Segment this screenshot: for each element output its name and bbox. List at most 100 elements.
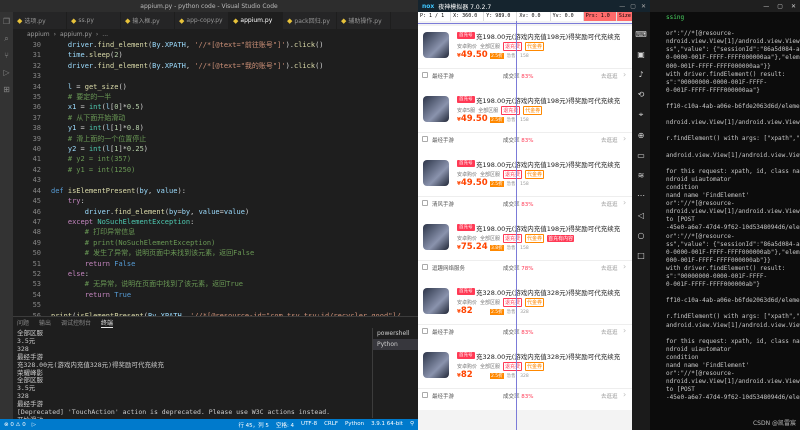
terminal-output[interactable]: 全部区服 3.5元 328 最经手游 充328.00元(游戏内充值328元)得奖励可代充… xyxy=(13,328,418,427)
close-icon[interactable]: ✕ xyxy=(641,3,646,10)
shop-name[interactable]: 最经手游 xyxy=(432,72,454,80)
rotate-icon[interactable]: ⟲ xyxy=(638,90,645,99)
shop-name[interactable]: 最经手游 xyxy=(432,136,454,144)
status-item[interactable]: 3.9.1 64-bit xyxy=(371,421,403,429)
listing-card[interactable]: 首充号 充198.00元(游戏内充值198元)得奖励可代充续充 安卓购价 全部区服 退充… xyxy=(418,218,632,282)
price-meta: 2.5折 急售：158 xyxy=(490,53,529,59)
deal-rate: 成交率 83% xyxy=(503,136,533,144)
terminal-instance[interactable]: Python xyxy=(373,339,418,350)
log-line: 0-001F-FFFF-FFFF000000ab"} xyxy=(666,281,760,289)
panel-tab[interactable]: 问题 xyxy=(17,318,29,327)
listing-badge: 代金券 xyxy=(525,298,545,307)
visit-shop-link[interactable]: 去逛逛 xyxy=(601,392,618,400)
line-number: 55 xyxy=(32,301,41,310)
python-file-icon: ◆ xyxy=(179,16,185,25)
breadcrumb-item[interactable]: appium xyxy=(27,31,50,38)
location-icon[interactable]: ⌖ xyxy=(639,110,644,120)
status-item[interactable]: UTF-8 xyxy=(301,421,317,429)
apk-icon[interactable]: ⊕ xyxy=(638,131,645,140)
folder-icon[interactable]: ▭ xyxy=(637,151,645,160)
tab-6[interactable]: ◆ 辅助操作.py xyxy=(337,12,391,29)
code-editor[interactable]: appium › appium.py ›... 30 driver.find_elem… xyxy=(13,29,418,351)
visit-shop-link[interactable]: 去逛逛 xyxy=(601,136,618,144)
listing-badge: 代金券 xyxy=(525,362,545,371)
chevron-right-icon: › xyxy=(623,198,627,207)
status-item[interactable]: 行 45，列 5 xyxy=(238,421,269,429)
log-text[interactable]: ssing or":"//*[@resource-ndroid.view.Vie… xyxy=(650,12,800,403)
tab-2[interactable]: ◆ 输入框.py xyxy=(121,12,175,29)
status-item[interactable]: ⚲ xyxy=(410,421,414,429)
tab-4[interactable]: ◆ appium.py xyxy=(229,12,283,29)
maximize-icon[interactable]: ▢ xyxy=(777,3,783,10)
log-line: ndroid uiautomator xyxy=(666,175,732,183)
recent-icon[interactable]: □ xyxy=(637,251,645,260)
listing-card[interactable]: 首充号 充328.00元(游戏内充值328元)得奖励可代充续充 安卓购价 全部区服 退充… xyxy=(418,346,632,410)
maximize-icon[interactable]: ▢ xyxy=(630,3,636,10)
line-number: 50 xyxy=(32,249,41,258)
minimize-icon[interactable]: — xyxy=(763,3,769,10)
deal-rate-value: 83% xyxy=(521,74,534,80)
tab-5[interactable]: ◆ pack回归.py xyxy=(283,12,337,29)
deal-rate-label: 成交率 xyxy=(503,330,522,336)
tab-3[interactable]: ◆ app-copy.py xyxy=(175,12,229,29)
vscode-window: appium.py - python code - Visual Studio … xyxy=(0,0,418,430)
panel-tab[interactable]: 调试控制台 xyxy=(61,318,91,327)
shop-name[interactable]: 最经手游 xyxy=(432,328,454,336)
game-thumbnail xyxy=(423,96,449,122)
status-item[interactable]: Python xyxy=(345,421,364,429)
pointer-crosshair-vertical xyxy=(516,21,517,430)
close-icon[interactable]: ✕ xyxy=(791,3,796,10)
panel-tab[interactable]: 输出 xyxy=(39,318,51,327)
code-line: 48 # 打印异常信息 xyxy=(13,227,418,237)
status-item[interactable]: 空格: 4 xyxy=(276,421,294,429)
visit-shop-link[interactable]: 去逛逛 xyxy=(601,72,618,80)
breadcrumb-item[interactable]: appium.py xyxy=(60,31,92,38)
more-icon[interactable]: ⋯ xyxy=(637,191,645,200)
visit-shop-link[interactable]: 去逛逛 xyxy=(601,328,618,336)
code-area[interactable]: 30 driver.find_element(By.XPATH, '//*[@t… xyxy=(13,39,418,352)
minimize-icon[interactable]: — xyxy=(619,3,625,10)
status-item[interactable]: ▷ xyxy=(32,422,36,428)
code-text: # 滑上面的一个位置停止 xyxy=(67,134,147,143)
back-icon[interactable]: ◁ xyxy=(638,211,644,220)
status-item[interactable]: CRLF xyxy=(324,421,338,429)
screenshot-icon[interactable]: ▣ xyxy=(637,50,645,59)
listing-card[interactable]: 首充号 充198.00元(游戏内充值198元)得奖励可代充续充 安卓购价 全部区服 退充… xyxy=(418,154,632,218)
visit-shop-link[interactable]: 去逛逛 xyxy=(601,264,618,272)
pointer-value: Xv: 0.0 xyxy=(517,12,551,21)
tab-1[interactable]: ◆ ss.py xyxy=(67,12,121,29)
volume-icon[interactable]: ♪ xyxy=(638,70,643,79)
source-control-icon[interactable]: ⑂ xyxy=(3,52,11,60)
search-icon[interactable]: ⌕ xyxy=(3,35,11,43)
game-thumbnail xyxy=(423,224,449,250)
line-number: 53 xyxy=(32,280,41,289)
listing-badge: 代金券 xyxy=(523,106,543,115)
panel-tab[interactable]: 终端 xyxy=(101,318,114,328)
listing-card[interactable]: 首充号 充198.00元(游戏内充值198元)得奖励可代充续充 安卓购价 全部区服 退充… xyxy=(418,26,632,90)
price-meta: 2.5折 急售：328 xyxy=(490,309,529,315)
listing-footer: 最经手游 成交率 83% 去逛逛 › xyxy=(418,68,632,82)
home-icon[interactable]: ○ xyxy=(638,231,645,240)
terminal-instance[interactable]: powershell xyxy=(373,328,418,339)
explorer-icon[interactable]: ❐ xyxy=(3,18,11,26)
python-file-icon: ◆ xyxy=(17,16,23,25)
game-thumbnail xyxy=(423,288,449,314)
status-item[interactable]: ⊗ 0 ⚠ 0 xyxy=(4,422,26,428)
listing-badge: 退充费 xyxy=(501,106,521,115)
extensions-icon[interactable]: ⊞ xyxy=(3,86,11,94)
listing-card[interactable]: 首充号 充328.00元(游戏内充值328元)得奖励可代充续充 安卓购价 全部区服 退充… xyxy=(418,282,632,346)
shop-name[interactable]: 逗趣网络服务 xyxy=(432,264,465,272)
breadcrumb-item[interactable]: ... xyxy=(102,31,108,38)
keyboard-icon[interactable]: ⌨ xyxy=(635,30,647,39)
run-debug-icon[interactable]: ▷ xyxy=(3,69,11,77)
listing-badge: 退充费 xyxy=(503,362,523,371)
shop-name[interactable]: 清风手游 xyxy=(432,200,454,208)
terminal-line: 全部区服 xyxy=(17,329,43,337)
shake-icon[interactable]: ≋ xyxy=(638,171,645,180)
visit-shop-link[interactable]: 去逛逛 xyxy=(601,200,618,208)
shop-name[interactable]: 最经手游 xyxy=(432,392,454,400)
app-screen[interactable]: 首充号 充198.00元(游戏内充值198元)得奖励可代充续充 安卓购价 全部区服 退充… xyxy=(418,21,632,430)
tab-0[interactable]: ◆ 选项.py xyxy=(13,12,67,29)
listing-card[interactable]: 首充号 充198.00元(游戏内充值198元)得奖励可代充续充 安卓5服 全部区服 退充… xyxy=(418,90,632,154)
